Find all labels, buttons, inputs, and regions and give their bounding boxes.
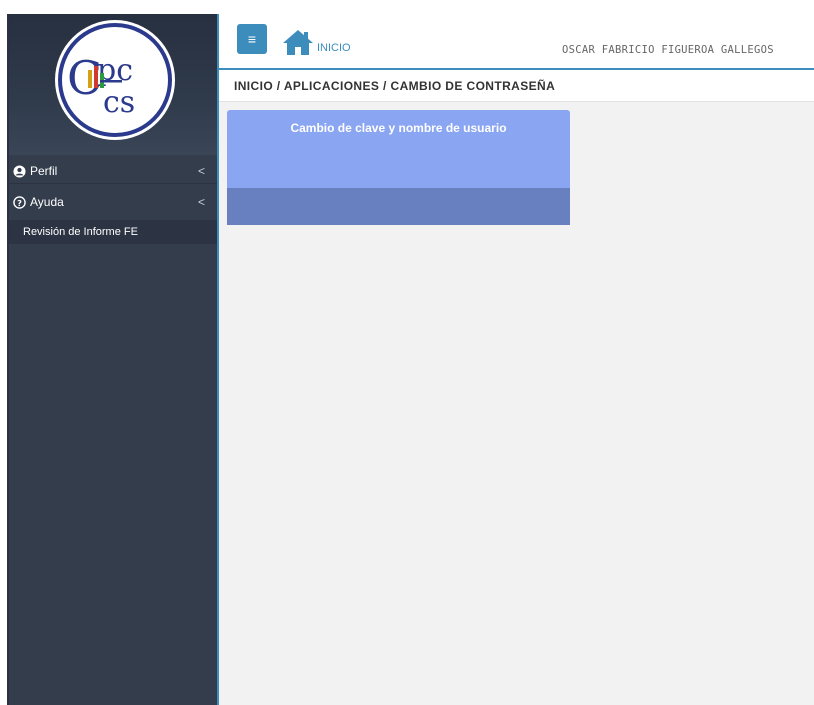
logo-area: C pc cs xyxy=(9,14,219,155)
card-footer xyxy=(227,188,570,225)
user-circle-icon xyxy=(13,164,26,178)
sidebar-item-label: Perfil xyxy=(30,164,58,178)
sidebar-item-label: Ayuda xyxy=(30,195,64,209)
change-password-card[interactable]: Cambio de clave y nombre de usuario xyxy=(227,110,570,225)
cpccs-logo: C pc cs xyxy=(55,20,175,140)
chevron-left-icon: < xyxy=(197,164,205,178)
top-navbar: ≡ INICIO OSCAR FABRICIO FIGUEROA GALLEGO… xyxy=(219,14,814,70)
home-label: INICIO xyxy=(317,42,351,54)
svg-text:?: ? xyxy=(17,197,22,207)
home-icon xyxy=(283,30,313,55)
sidebar-subitem-revision-informe[interactable]: Revisión de Informe FE xyxy=(9,220,219,244)
card-title: Cambio de clave y nombre de usuario xyxy=(290,121,507,135)
menu-divider xyxy=(9,183,219,184)
sidebar-item-perfil[interactable]: Perfil < xyxy=(9,159,219,183)
question-circle-icon: ? xyxy=(13,195,26,209)
card-header: Cambio de clave y nombre de usuario xyxy=(227,110,570,188)
sidebar-subitem-label: Revisión de Informe FE xyxy=(23,226,138,238)
main-content: Cambio de clave y nombre de usuario xyxy=(219,102,814,705)
svg-text:cs: cs xyxy=(103,85,135,120)
breadcrumb: INICIO / APLICACIONES / CAMBIO DE CONTRA… xyxy=(219,70,814,102)
home-link[interactable]: INICIO xyxy=(281,22,351,56)
page: C pc cs Perfil < ? Ayuda < Revisión de I… xyxy=(0,0,814,705)
menu-toggle-button[interactable]: ≡ xyxy=(237,24,267,54)
hamburger-icon: ≡ xyxy=(247,31,257,47)
user-name[interactable]: OSCAR FABRICIO FIGUEROA GALLEGOS xyxy=(562,44,774,56)
chevron-left-icon: < xyxy=(197,195,205,209)
breadcrumb-text: INICIO / APLICACIONES / CAMBIO DE CONTRA… xyxy=(234,78,556,93)
sidebar: C pc cs Perfil < ? Ayuda < Revisión de I… xyxy=(7,14,219,705)
sidebar-item-ayuda[interactable]: ? Ayuda < xyxy=(9,190,219,214)
